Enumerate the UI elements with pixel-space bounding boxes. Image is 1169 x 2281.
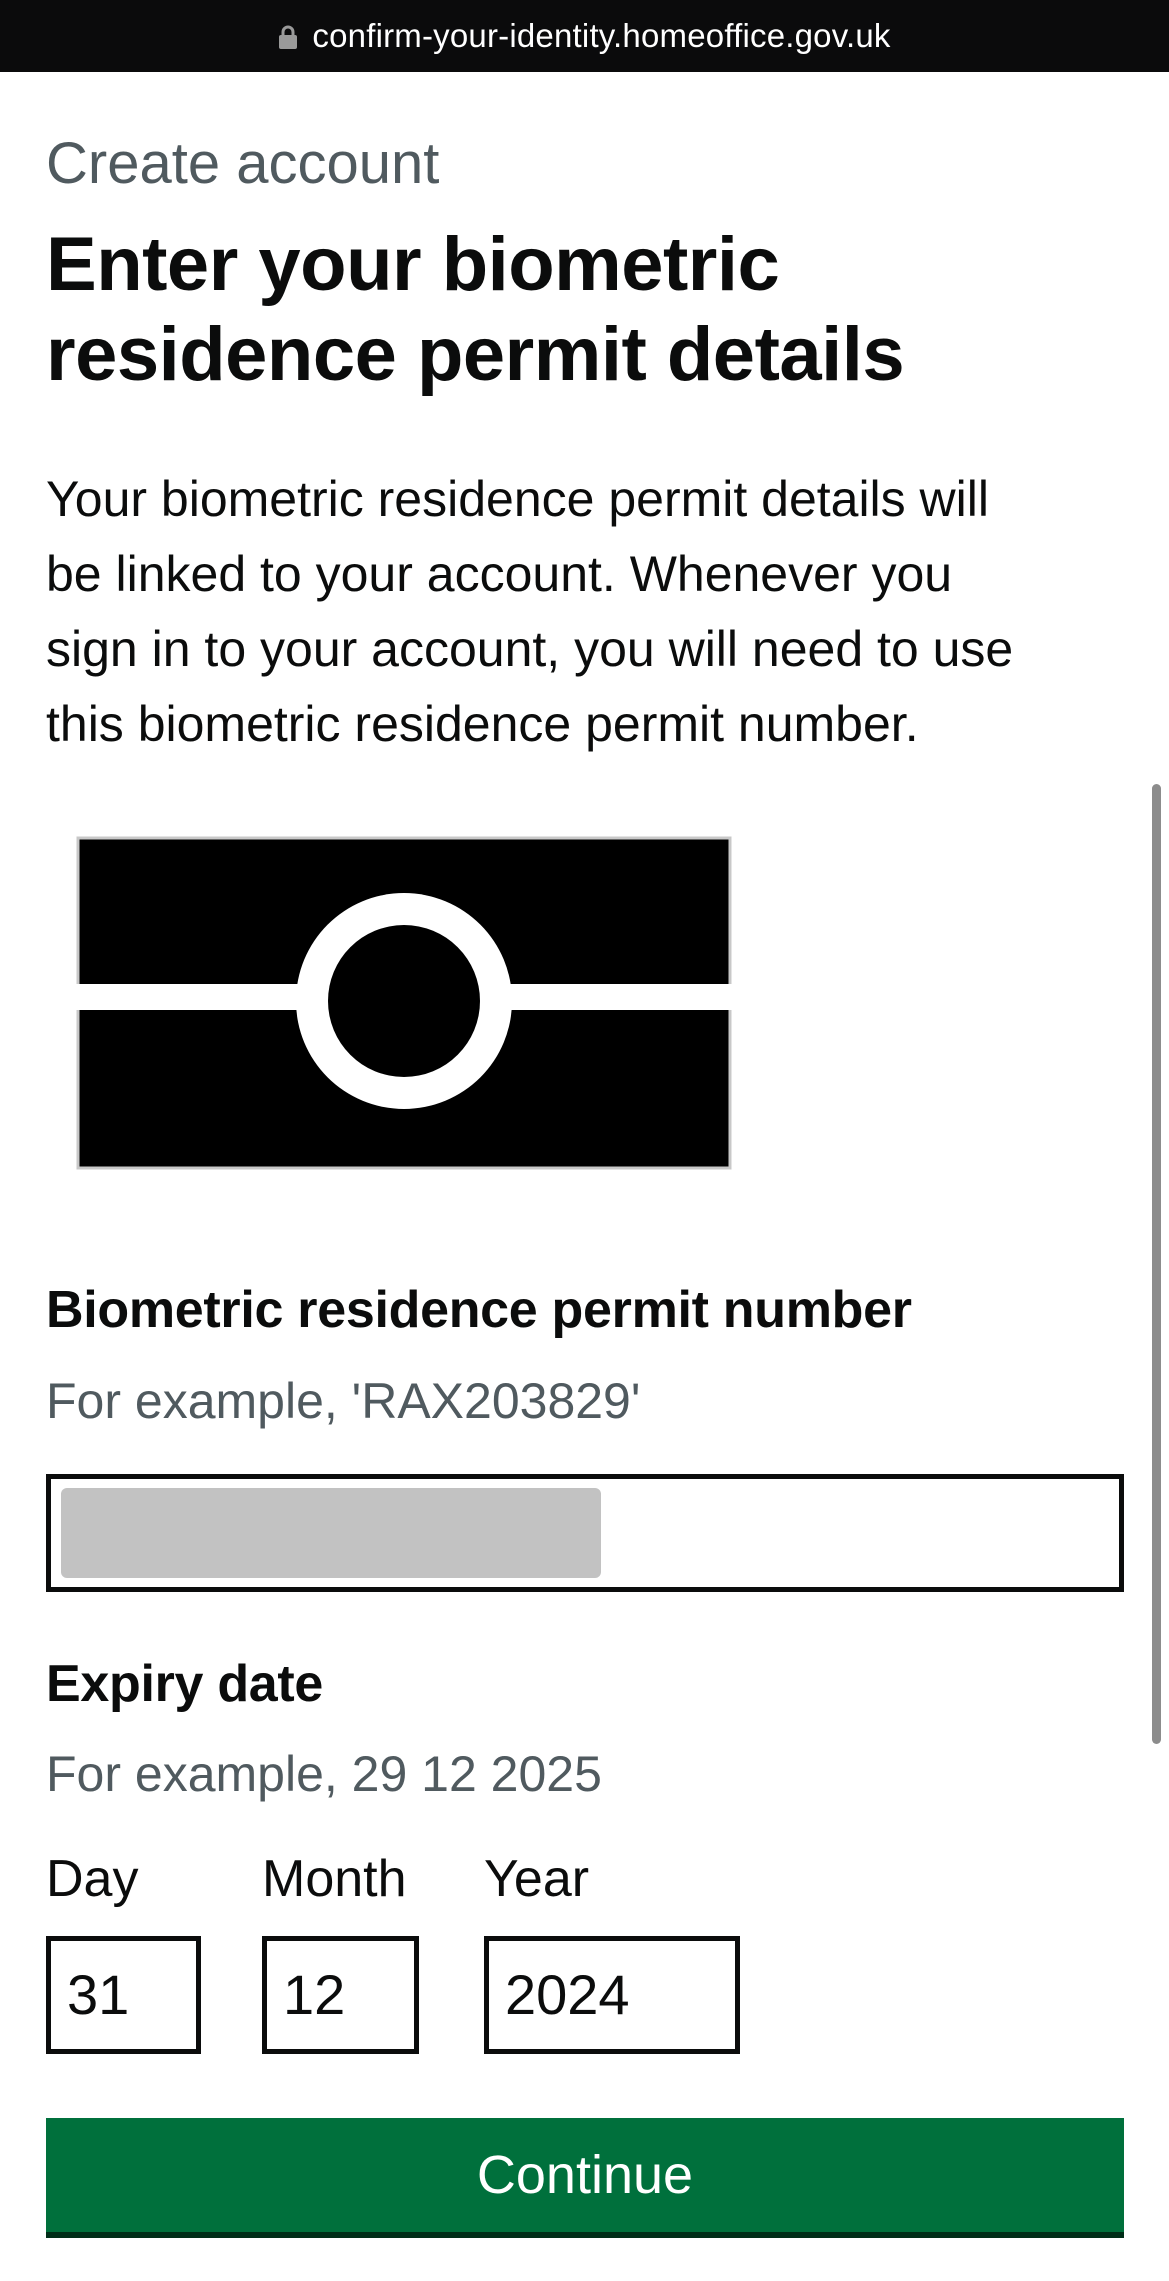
page-scrollbar[interactable]	[1152, 784, 1161, 1744]
page-content: Create account Enter your biometric resi…	[0, 72, 1169, 2281]
url-text: confirm-your-identity.homeoffice.gov.uk	[312, 17, 891, 54]
expiry-date-label: Expiry date	[46, 1655, 324, 1713]
continue-button[interactable]: Continue	[46, 2118, 1124, 2232]
page-title: Enter your biometric residence permit de…	[46, 220, 1106, 400]
redacted-value	[61, 1488, 601, 1578]
permit-number-hint: For example, 'RAX203829'	[46, 1373, 641, 1429]
page-title-line-1: Enter your biometric	[46, 222, 780, 307]
year-label: Year	[484, 1850, 590, 1908]
page-title-line-2: residence permit details	[46, 312, 905, 397]
month-label: Month	[262, 1850, 407, 1908]
expiry-date-hint: For example, 29 12 2025	[46, 1746, 602, 1802]
day-label: Day	[46, 1850, 139, 1908]
browser-url-bar[interactable]: confirm-your-identity.homeoffice.gov.uk	[0, 0, 1169, 72]
intro-line-3: sign in to your account, you will need t…	[46, 621, 1014, 677]
day-input[interactable]: 31	[46, 1936, 201, 2054]
permit-number-label: Biometric residence permit number	[46, 1281, 912, 1339]
intro-line-2: be linked to your account. Whenever you	[46, 546, 953, 602]
month-input[interactable]: 12	[262, 1936, 419, 2054]
page-caption: Create account	[46, 131, 440, 196]
intro-line-1: Your biometric residence permit details …	[46, 471, 989, 527]
biometric-chip-icon	[76, 836, 732, 1170]
intro-paragraph: Your biometric residence permit details …	[46, 462, 1126, 762]
year-input[interactable]: 2024	[484, 1936, 740, 2054]
permit-number-input[interactable]	[46, 1474, 1124, 1592]
lock-icon	[279, 25, 298, 49]
intro-line-4: this biometric residence permit number.	[46, 696, 919, 752]
